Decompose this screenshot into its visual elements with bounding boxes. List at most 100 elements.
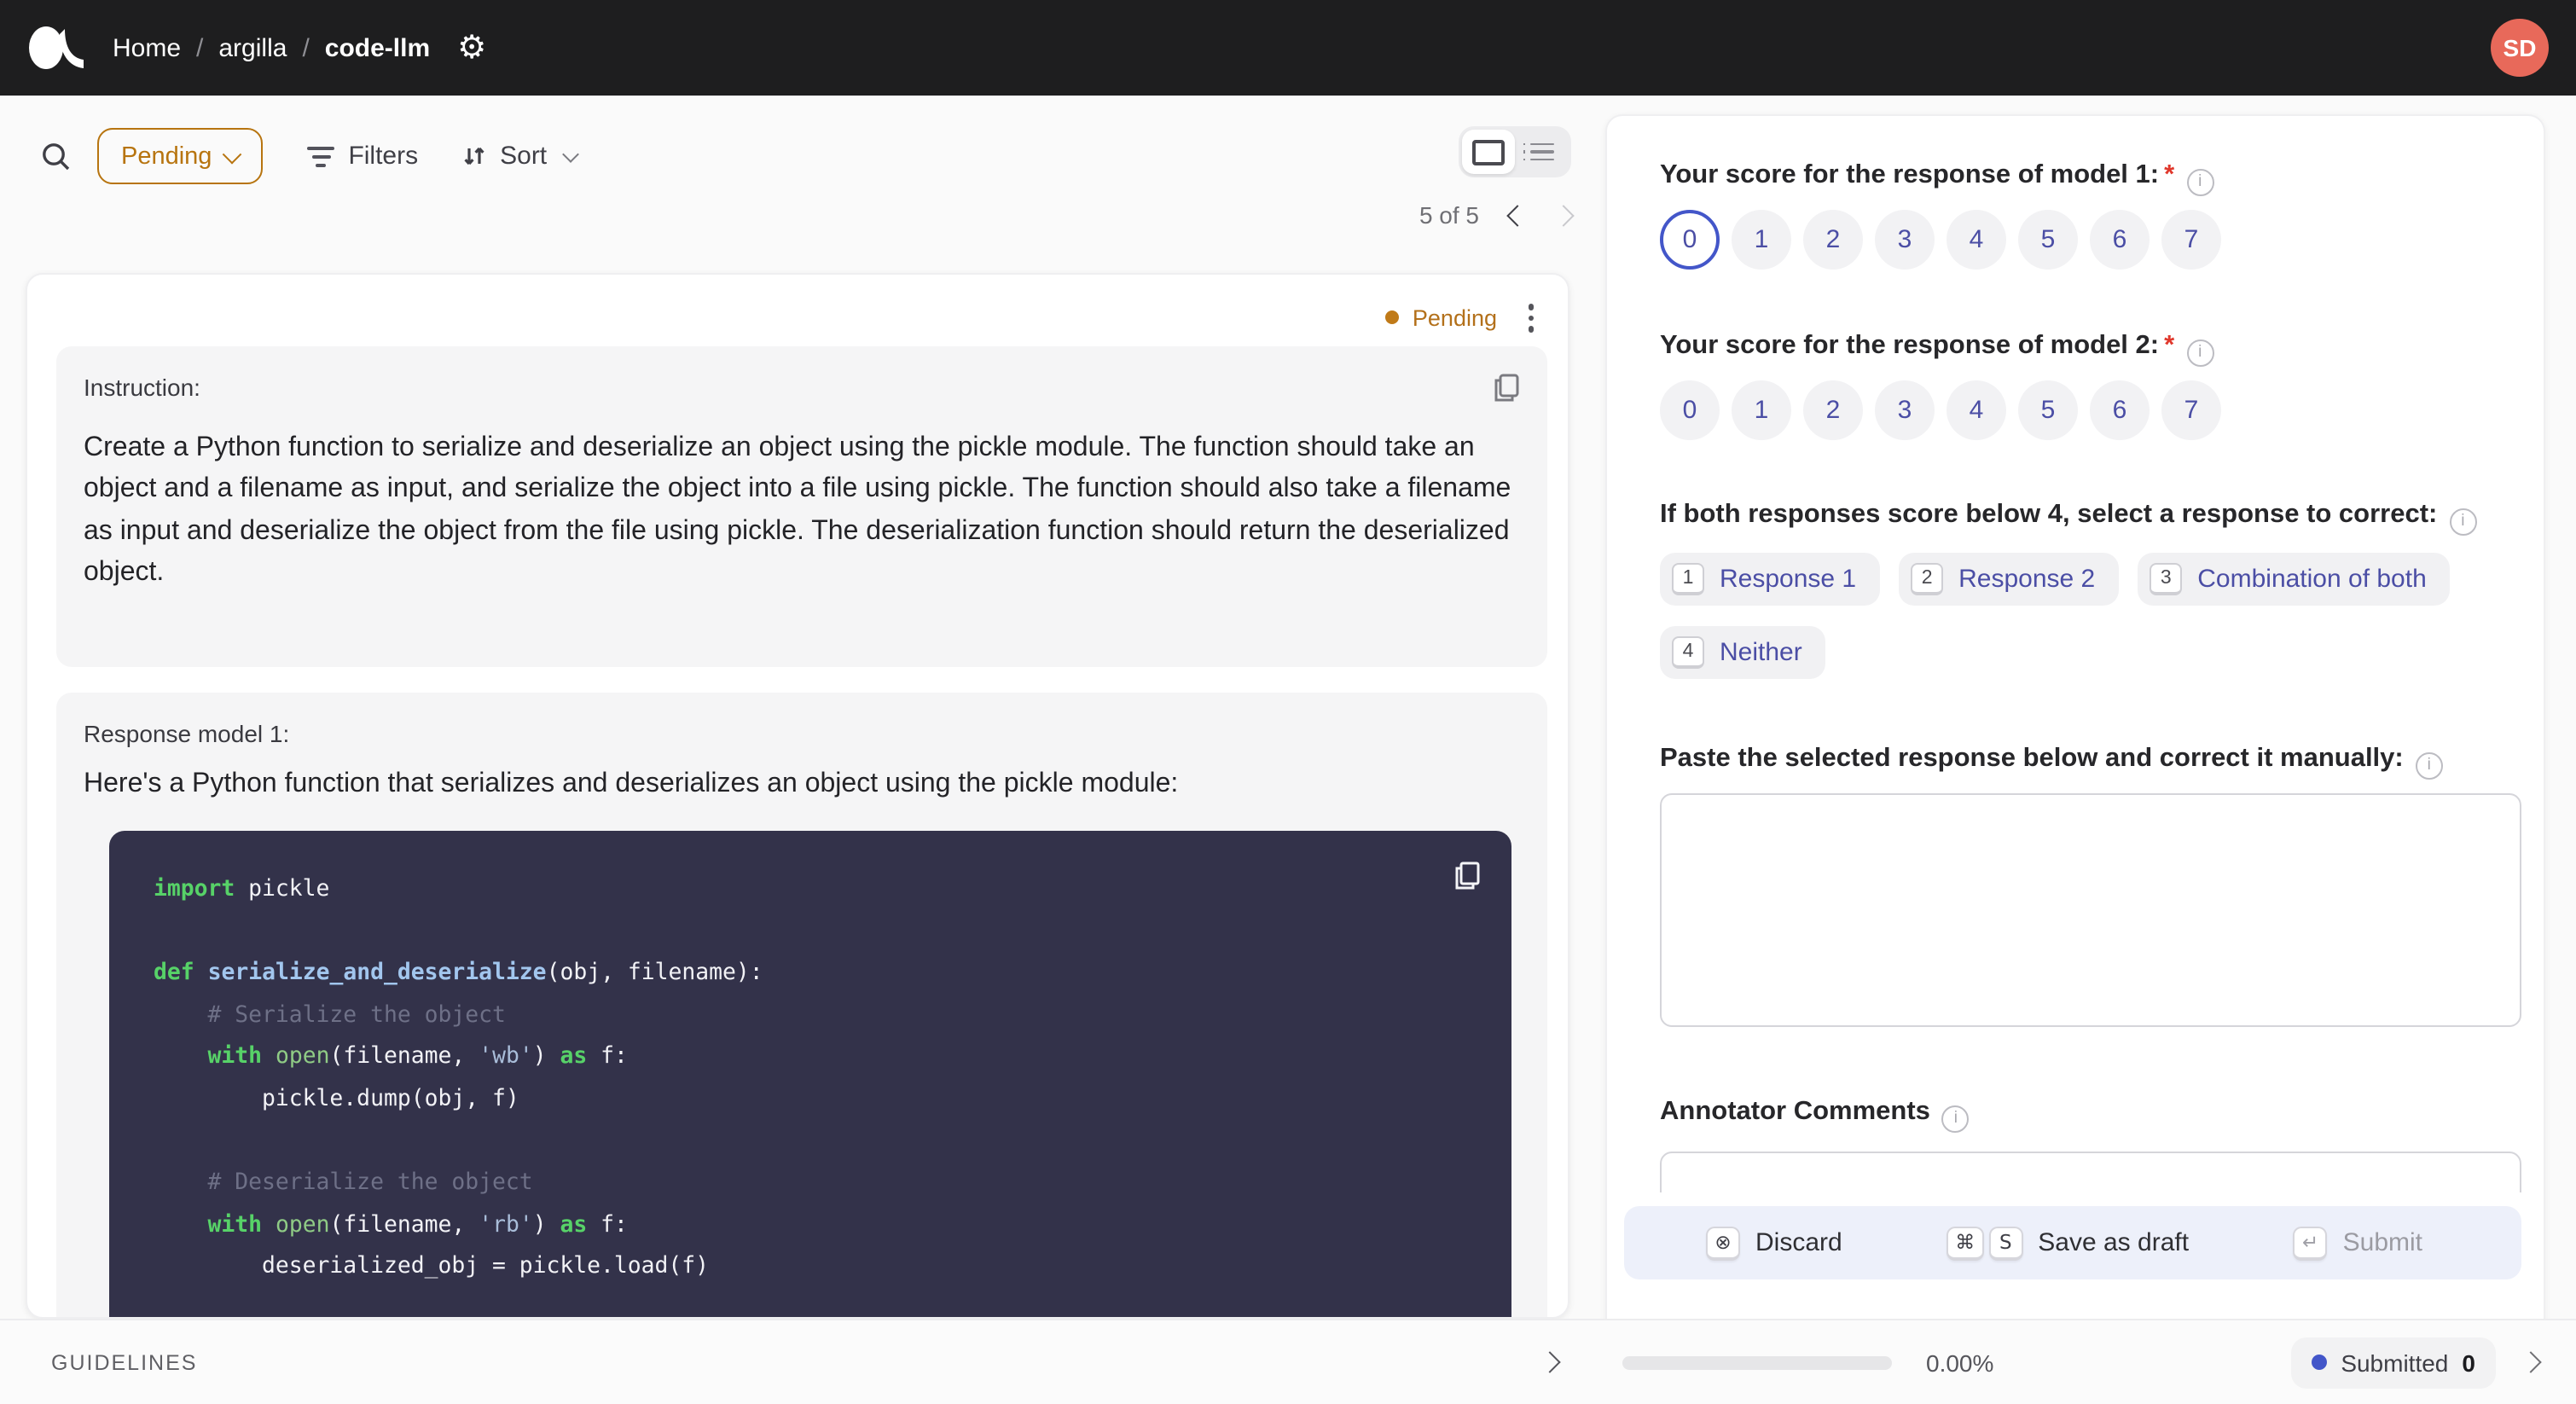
record-card: Pending Instruction: Create a Python fun…	[26, 273, 1569, 1319]
response-intro-text: Here's a Python function that serializes…	[84, 769, 1179, 798]
guidelines-toggle[interactable]: GUIDELINES	[51, 1350, 197, 1374]
choice-option[interactable]: 2 Response 2	[1899, 553, 2120, 606]
card-view-icon	[1472, 139, 1505, 165]
enter-key-icon: ↵	[2293, 1226, 2328, 1260]
status-dot-icon	[1384, 310, 1399, 325]
score-option-5[interactable]: 5	[2018, 210, 2078, 270]
code-line: deserialized_obj = pickle.load(f)	[154, 1254, 710, 1280]
copy-icon[interactable]	[1494, 373, 1520, 410]
sort-button[interactable]: Sort	[462, 142, 579, 171]
info-icon[interactable]: i	[2449, 508, 2477, 536]
code-copy-icon[interactable]	[1455, 862, 1481, 899]
settings-gear-icon[interactable]: ⚙	[457, 31, 486, 64]
required-asterisk: *	[2164, 331, 2175, 360]
question-label-paste-response: Paste the selected response below and co…	[1660, 744, 2515, 780]
choice-option[interactable]: 1 Response 1	[1660, 553, 1881, 606]
score-option-0[interactable]: 0	[1660, 210, 1720, 270]
corrected-response-textarea[interactable]	[1660, 793, 2521, 1027]
info-icon[interactable]: i	[2186, 169, 2214, 196]
submitted-dot-icon	[2312, 1355, 2328, 1370]
breadcrumb-workspace[interactable]: argilla	[218, 33, 287, 62]
score-option-4[interactable]: 4	[1947, 380, 2006, 440]
chevron-down-icon	[223, 143, 242, 164]
view-mode-toggle	[1459, 126, 1571, 177]
user-avatar[interactable]: SD	[2491, 19, 2549, 77]
breadcrumb-separator: /	[302, 33, 310, 62]
info-icon[interactable]: i	[2186, 339, 2214, 367]
breadcrumb-separator: /	[196, 33, 204, 62]
save-draft-label: Save as draft	[2038, 1228, 2190, 1257]
response-choice-options: 1 Response 1 2 Response 2 3 Combination of bo…	[1660, 553, 2515, 679]
score-option-5[interactable]: 5	[2018, 380, 2078, 440]
choice-option-label: Response 2	[1958, 565, 2096, 594]
response-label: Response model 1:	[84, 719, 290, 746]
score-option-7[interactable]: 7	[2161, 380, 2221, 440]
list-view-icon	[1523, 142, 1553, 161]
code-line: with open(filename, 'wb') as f:	[207, 1044, 628, 1070]
status-filter-dropdown[interactable]: Pending	[97, 128, 264, 184]
score-option-4[interactable]: 4	[1947, 210, 2006, 270]
card-view-button[interactable]	[1462, 130, 1515, 174]
choice-option[interactable]: 4 Neither	[1660, 626, 1826, 679]
bottom-status-bar: GUIDELINES 0.00% Submitted 0	[0, 1319, 2576, 1404]
submitted-label: Submitted	[2341, 1349, 2449, 1376]
model1-score-options: 01234567	[1660, 210, 2515, 270]
top-navbar: Home / argilla / code-llm ⚙ SD	[0, 0, 2576, 96]
score-option-3[interactable]: 3	[1875, 210, 1935, 270]
breadcrumb-home[interactable]: Home	[113, 33, 181, 62]
score-option-7[interactable]: 7	[2161, 210, 2221, 270]
guidelines-chevron-icon[interactable]	[1539, 1351, 1561, 1373]
score-option-6[interactable]: 6	[2090, 210, 2150, 270]
choice-option[interactable]: 3 Combination of both	[2138, 553, 2451, 606]
expand-metrics-chevron-icon[interactable]	[2520, 1351, 2542, 1373]
previous-record-button[interactable]	[1506, 204, 1529, 226]
code-line: # Serialize the object	[154, 1002, 506, 1029]
annotation-panel: Your score for the response of model 1: *…	[1605, 114, 2545, 1404]
instruction-field: Instruction: Create a Python function to…	[56, 345, 1547, 666]
code-line: def serialize_and_deserialize(obj, filen…	[154, 960, 763, 987]
record-menu-button[interactable]	[1521, 300, 1540, 335]
progress-bar	[1622, 1355, 1892, 1369]
score-option-2[interactable]: 2	[1803, 210, 1863, 270]
app-window: Home / argilla / code-llm ⚙ SD Pending F…	[0, 0, 2576, 1404]
score-option-0[interactable]: 0	[1660, 380, 1720, 440]
score-option-6[interactable]: 6	[2090, 380, 2150, 440]
code-line: import pickle	[154, 877, 330, 902]
discard-label: Discard	[1755, 1228, 1842, 1257]
score-option-1[interactable]: 1	[1732, 210, 1791, 270]
info-icon[interactable]: i	[2415, 752, 2443, 780]
submitted-count: 0	[2462, 1349, 2475, 1376]
save-draft-button[interactable]: ⌘ S Save as draft	[1947, 1226, 2189, 1260]
backspace-key-icon: ⊗	[1706, 1226, 1740, 1260]
annotation-actions-bar: ⊗ Discard ⌘ S Save as draft ↵ Submit	[1624, 1206, 2521, 1279]
next-record-button[interactable]	[1552, 204, 1575, 226]
info-icon[interactable]: i	[1941, 1105, 1970, 1133]
chevron-down-icon	[561, 145, 579, 162]
s-key-icon: S	[1988, 1226, 2023, 1260]
score-option-1[interactable]: 1	[1732, 380, 1791, 440]
record-pagination: 5 of 5	[1419, 201, 1575, 229]
status-filter-value: Pending	[121, 142, 212, 170]
code-line: with open(filename, 'rb') as f:	[207, 1212, 628, 1239]
list-view-button[interactable]	[1515, 130, 1568, 174]
score-option-3[interactable]: 3	[1875, 380, 1935, 440]
required-asterisk: *	[2164, 160, 2175, 189]
search-icon[interactable]	[41, 141, 72, 171]
key-hint: 2	[1911, 563, 1944, 595]
code-block: import pickle def serialize_and_deserial…	[109, 831, 1511, 1317]
progress-percent: 0.00%	[1926, 1349, 1994, 1376]
code-line: # Deserialize the object	[154, 1170, 533, 1197]
submitted-counter[interactable]: Submitted 0	[2291, 1337, 2496, 1388]
submit-button[interactable]: ↵ Submit	[2293, 1226, 2422, 1260]
argilla-logo-icon	[29, 26, 84, 69]
score-option-2[interactable]: 2	[1803, 380, 1863, 440]
key-hint: 4	[1672, 636, 1704, 669]
response-field: Response model 1: Here's a Python functi…	[56, 692, 1547, 1317]
filter-icon	[307, 146, 335, 166]
sort-icon	[464, 147, 484, 165]
discard-button[interactable]: ⊗ Discard	[1706, 1226, 1842, 1260]
filters-button[interactable]: Filters	[307, 142, 418, 171]
filters-label: Filters	[348, 142, 419, 171]
